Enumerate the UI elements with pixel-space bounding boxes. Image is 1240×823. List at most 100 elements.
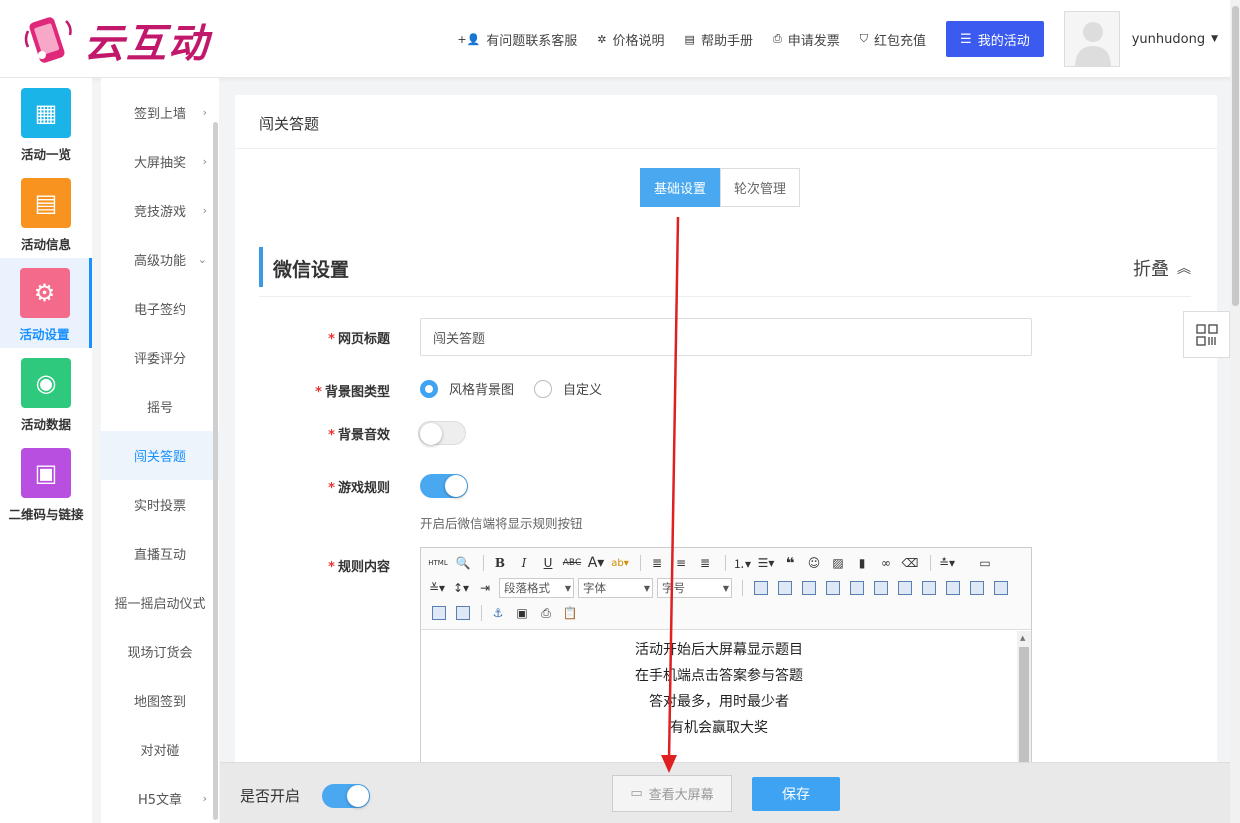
italic-icon[interactable]: I [514,553,534,573]
table-props-icon[interactable] [778,581,792,595]
paragraph-format-select[interactable]: 段落格式 ▼ [499,578,574,598]
preview-icon[interactable]: 🔍 [453,553,473,573]
avatar[interactable] [1063,11,1120,67]
line-spacing-icon[interactable]: ≛▾ [937,553,957,573]
insert-image-icon[interactable]: ▣ [512,603,532,623]
submenu-item-judge-score[interactable]: 评委评分 [101,333,219,382]
enable-toggle[interactable] [322,784,370,808]
link-icon[interactable]: ∞ [876,553,896,573]
submenu-item-lottery-number[interactable]: 摇号 [101,382,219,431]
split-cols-icon[interactable] [456,606,470,620]
bg-sound-label: * 背景音效 [328,428,390,443]
submenu-item-advanced[interactable]: 高级功能 ⌄ [101,235,219,284]
game-rules-toggle[interactable] [420,474,468,498]
paragraph-spacing-icon[interactable]: ≚▾ [427,578,447,598]
logo[interactable]: 云互动 [20,10,210,70]
view-big-screen-button[interactable]: ▭ 查看大屏幕 [612,775,732,812]
sidebar-item-activity-data[interactable]: ◉ 活动数据 [0,348,92,438]
align-left-icon[interactable]: ≣ [647,553,667,573]
pricing-link[interactable]: ✲ 价格说明 [597,30,664,49]
radio-label: 自定义 [563,383,603,398]
tab-round-management[interactable]: 轮次管理 [720,168,801,207]
content-line: 在手机端点击答案参与答题 [635,668,803,684]
split-cells-icon[interactable] [994,581,1008,595]
page-title-input[interactable] [420,318,1032,356]
ordered-list-icon[interactable]: ⒈▾ [732,553,752,573]
contact-support-link[interactable]: +👤 有问题联系客服 [457,30,577,49]
redpacket-recharge-link[interactable]: ⛉ 红包充值 [860,30,926,49]
split-rows-icon[interactable] [432,606,446,620]
radio-style-background[interactable]: 风格背景图 [420,379,514,398]
submenu-item-live-interaction[interactable]: 直播互动 [101,529,219,578]
image-icon[interactable]: ▨ [828,553,848,573]
row-spacing-icon[interactable]: ↕▾ [451,578,471,598]
insert-row-icon[interactable] [826,581,840,595]
link-label: 红包充值 [874,33,927,49]
strikethrough-icon[interactable]: ABC [562,553,582,573]
qrcode-icon: ▣ [21,448,71,498]
scroll-thumb[interactable] [1232,6,1239,306]
font-color-icon[interactable]: A▾ [586,553,606,573]
collapse-toggle[interactable]: 折叠 ︽ [1133,255,1191,281]
underline-icon[interactable]: U [538,553,558,573]
save-button[interactable]: 保存 [752,777,840,811]
merge-down-icon[interactable] [970,581,984,595]
font-family-select[interactable]: 字体 ▼ [578,578,653,598]
delete-col-icon[interactable] [898,581,912,595]
submenu-item-competitive-games[interactable]: 竞技游戏 › [101,186,219,235]
radio-custom-background[interactable]: 自定义 [534,379,602,398]
submenu-item-shake-ceremony[interactable]: 摇一摇启动仪式 [101,578,219,627]
submenu-item-h5-article[interactable]: H5文章 › [101,774,219,823]
highlight-icon[interactable]: ab▾ [610,553,630,573]
print-icon[interactable]: ⎙ [536,603,556,623]
paste-icon[interactable]: 📋 [560,603,580,623]
submenu-scrollbar[interactable] [213,122,218,820]
bold-icon[interactable]: B [490,553,510,573]
insert-caption-icon[interactable] [802,581,816,595]
submenu-item-e-sign[interactable]: 电子签约 [101,284,219,333]
scroll-up-icon[interactable]: ▲ [1020,634,1025,642]
brand-name: 云互动 [84,20,210,67]
merge-cells-icon[interactable] [922,581,936,595]
submenu-item-map-signin[interactable]: 地图签到 [101,676,219,725]
submenu-item-screen-lottery[interactable]: 大屏抽奖 › [101,137,219,186]
settings-panel: 闯关答题 基础设置 轮次管理 微信设置 折叠 ︽ *网页标题 *背景图类型 风格背… [235,95,1217,795]
submenu-item-pair-match[interactable]: 对对碰 [101,725,219,774]
emoji-icon[interactable]: ☺ [804,553,824,573]
indent-icon[interactable]: ⇥ [475,578,495,598]
caret-down-icon: ▼ [564,583,571,593]
rules-hint: 开启后微信端将显示规则按钮 [420,516,583,531]
fullscreen-icon[interactable]: ▭ [975,553,995,573]
submenu-item-live-vote[interactable]: 实时投票 [101,480,219,529]
align-center-icon[interactable]: ≡ [671,553,691,573]
submenu-item-quiz-challenge[interactable]: 闯关答题 [101,431,219,480]
insert-col-icon[interactable] [874,581,888,595]
sidebar-item-activity-overview[interactable]: ▦ 活动一览 [0,78,92,168]
sidebar-item-activity-info[interactable]: ▤ 活动信息 [0,168,92,258]
tab-basic-settings[interactable]: 基础设置 [640,168,721,207]
editor-content[interactable]: 活动开始后大屏幕显示题目 在手机端点击答案参与答题 答对最多，用时最少者 有机会… [421,631,1017,741]
my-activity-button[interactable]: ☰ 我的活动 [946,21,1044,57]
align-right-icon[interactable]: ≣ [695,553,715,573]
html-source-icon[interactable]: HTML [427,553,449,573]
toggle-knob [420,423,442,445]
anchor-icon[interactable]: ⚓ [488,603,508,623]
blockquote-icon[interactable]: ❝ [780,553,800,573]
video-icon[interactable]: ▮ [852,553,872,573]
font-size-select[interactable]: 字号 ▼ [657,578,732,598]
unordered-list-icon[interactable]: ☰▾ [756,553,776,573]
sidebar-item-activity-settings[interactable]: ⚙ 活动设置 [0,258,92,348]
submenu-item-signin-wall[interactable]: 签到上墙 › [101,88,219,137]
merge-right-icon[interactable] [946,581,960,595]
page-scrollbar[interactable] [1230,0,1240,823]
bg-sound-toggle[interactable] [418,421,466,445]
user-menu[interactable]: yunhudong ▼ [1132,32,1218,47]
floating-qrcode-button[interactable] [1183,311,1230,358]
invoice-link[interactable]: ⎙ 申请发票 [773,30,840,49]
submenu-item-order-fair[interactable]: 现场订货会 [101,627,219,676]
sidebar-item-qrcode-links[interactable]: ▣ 二维码与链接 [0,438,92,528]
help-manual-link[interactable]: ▤ 帮助手册 [685,30,753,49]
eraser-icon[interactable]: ⌫ [900,553,920,573]
insert-table-icon[interactable] [754,581,768,595]
delete-row-icon[interactable] [850,581,864,595]
